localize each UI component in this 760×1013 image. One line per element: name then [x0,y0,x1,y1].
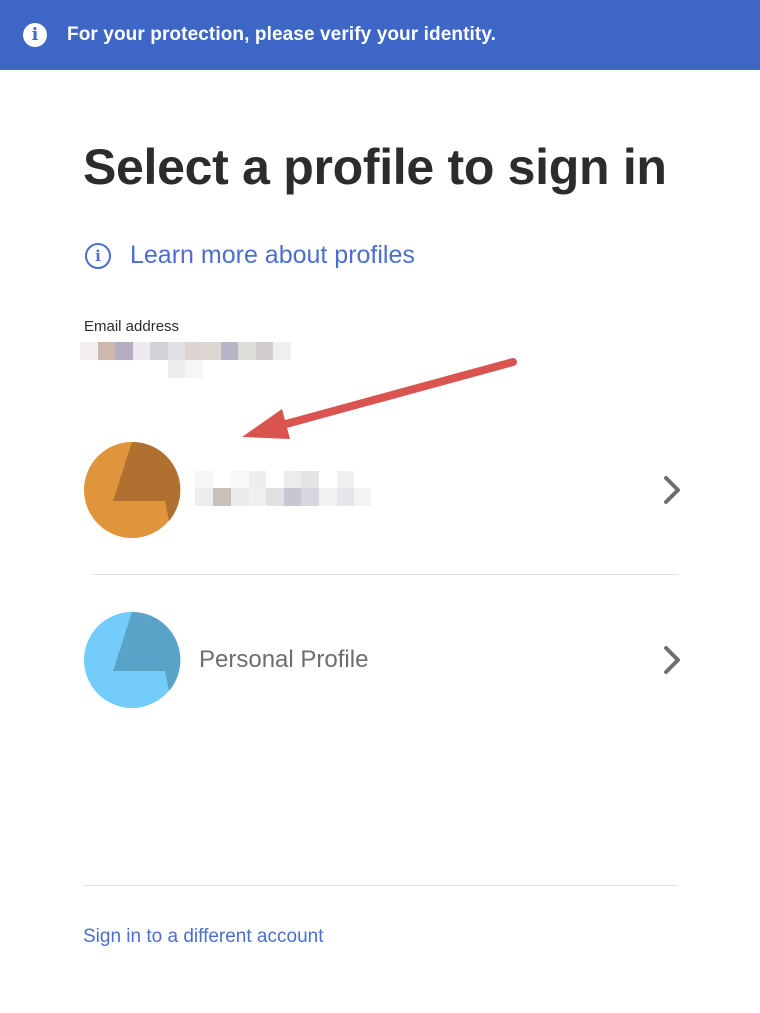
chevron-right-icon [664,476,680,504]
sign-in-different-account-link[interactable]: Sign in to a different account [83,926,323,948]
page-title: Select a profile to sign in [83,139,667,195]
info-circle-icon: i [85,242,111,269]
identity-verification-banner: i For your protection, please verify you… [0,0,760,70]
profile-name: Personal Profile [199,646,369,673]
profile-name-redacted [195,471,375,509]
footer-divider [83,885,678,886]
profile-divider [93,574,678,575]
email-label: Email address [84,318,180,335]
chevron-right-icon [664,646,680,674]
info-icon: i [23,23,47,47]
annotation-arrow [242,358,517,439]
learn-more-label: Learn more about profiles [130,241,415,269]
profile-avatar [84,441,181,538]
profile-avatar [84,611,181,708]
profile-row-business[interactable] [83,440,683,540]
learn-more-link[interactable]: i Learn more about profiles [85,241,415,270]
profile-row-personal[interactable]: Personal Profile [83,610,683,710]
banner-message: For your protection, please verify your … [67,24,496,45]
